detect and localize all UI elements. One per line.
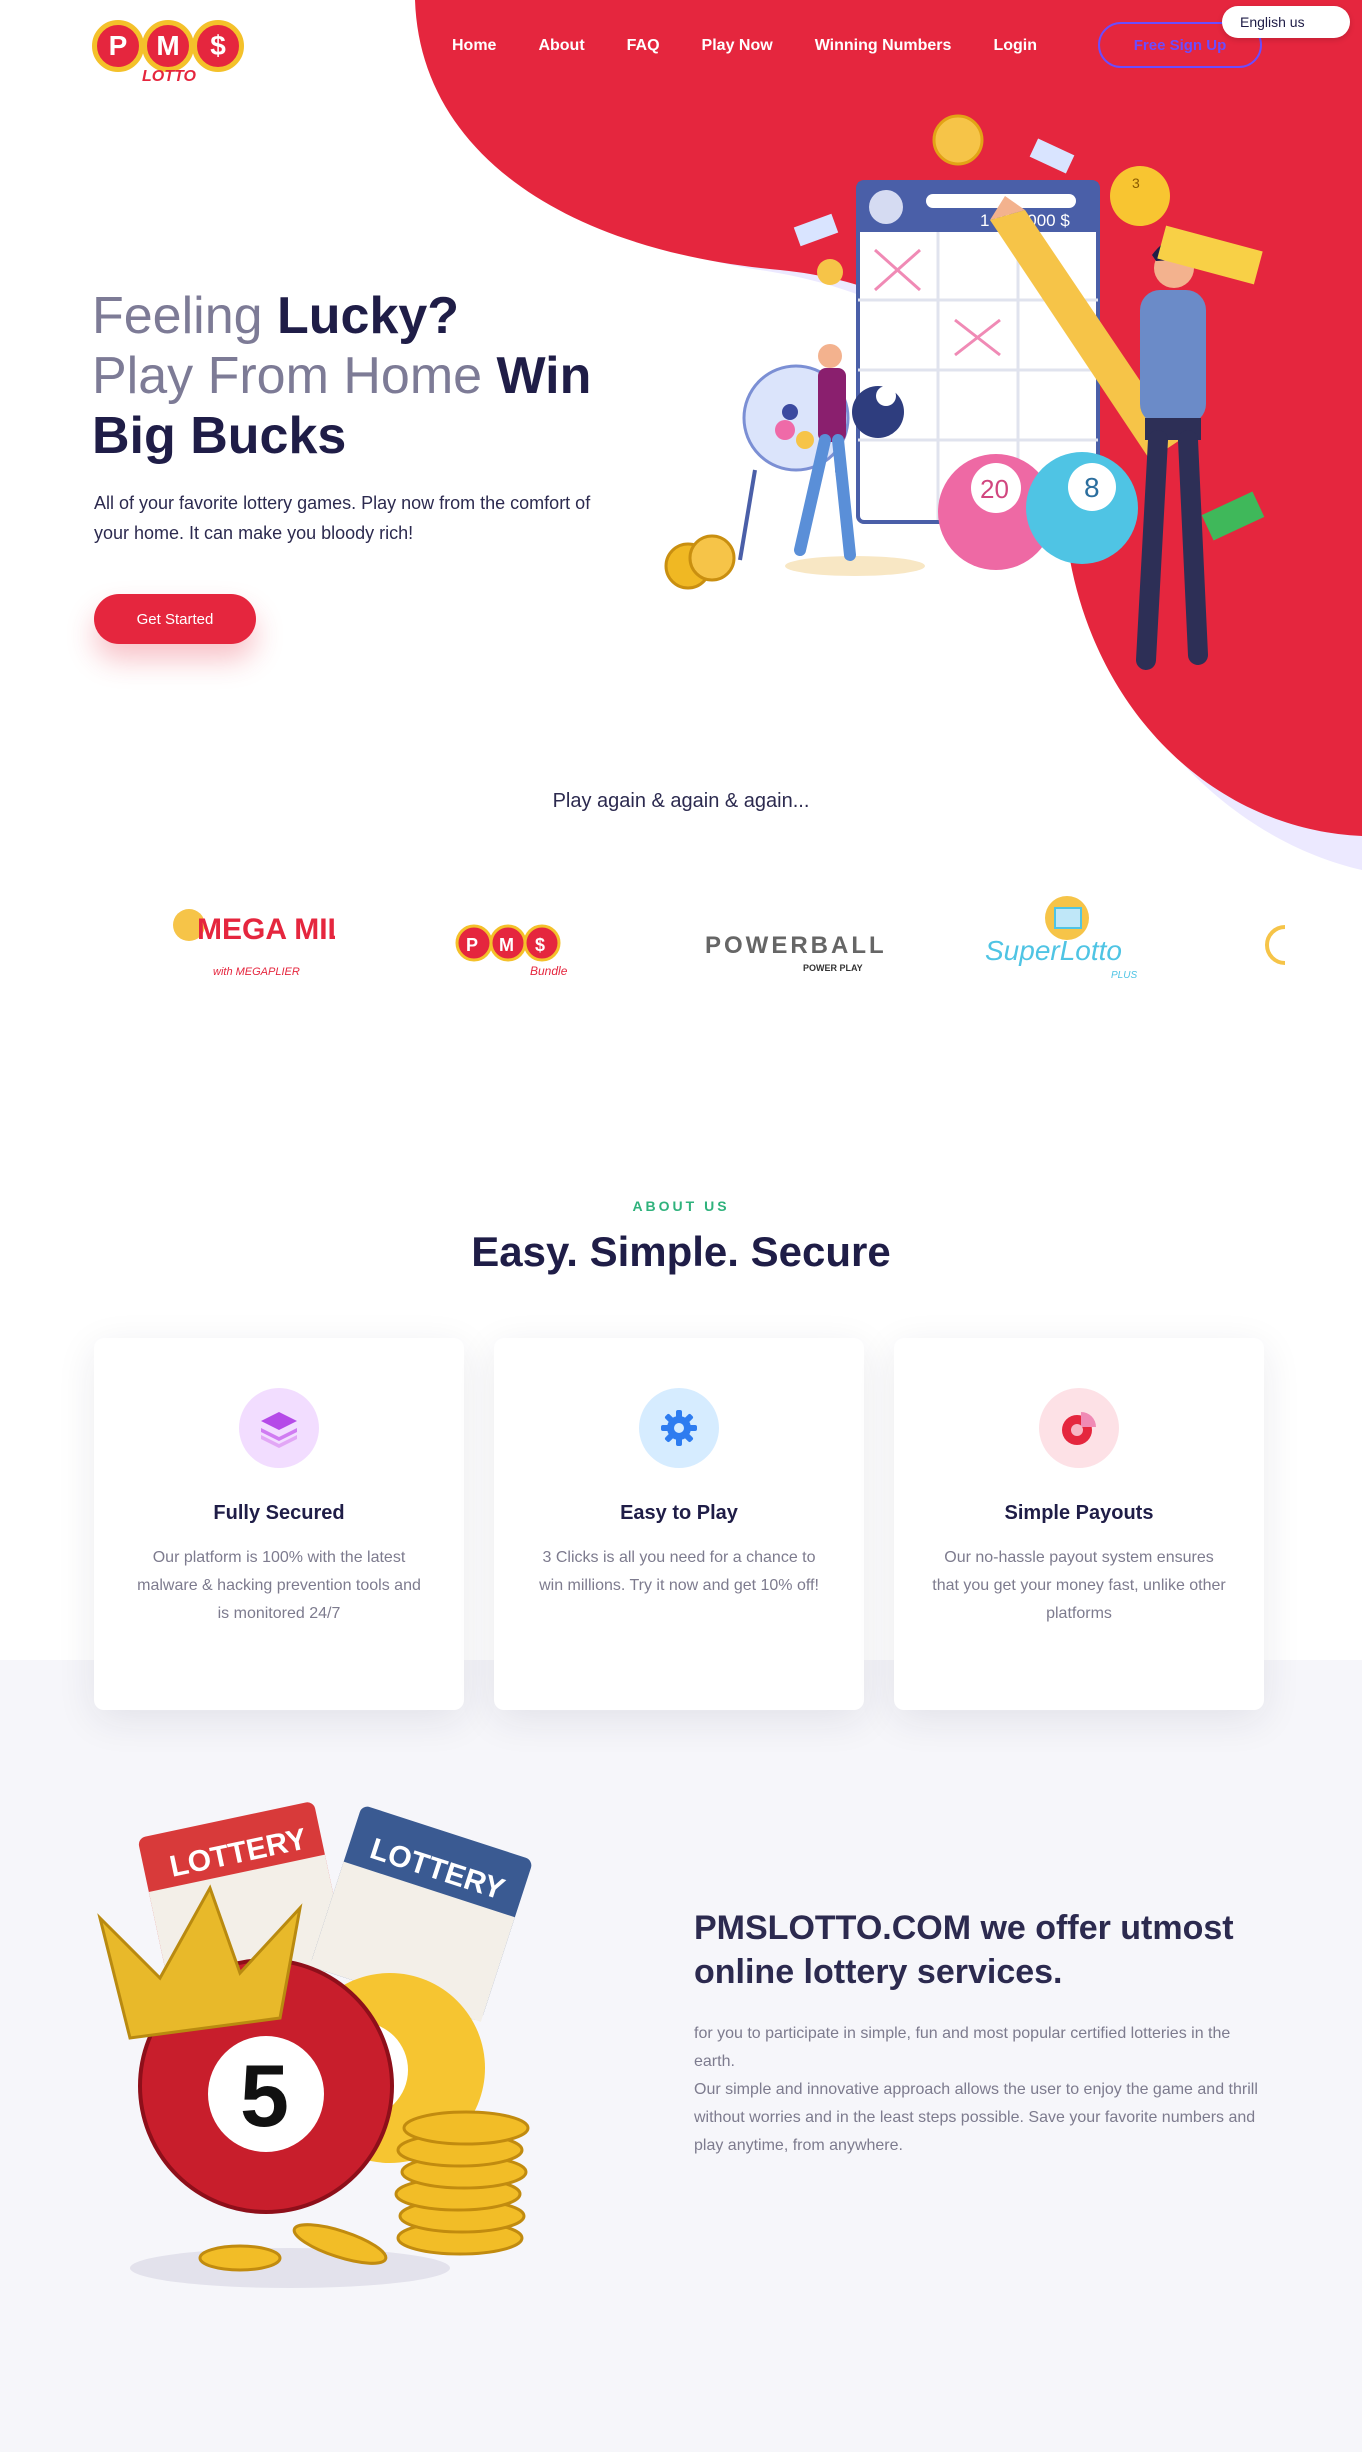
hero-title-bold-3: Big Bucks xyxy=(92,407,347,465)
brand-powerball[interactable]: POWERBALL POWER PLAY xyxy=(690,890,890,1000)
gear-icon xyxy=(639,1388,719,1468)
svg-text:M: M xyxy=(499,935,514,955)
feature-title: Simple Payouts xyxy=(1004,1502,1154,1524)
feature-card-simple-payouts: Simple Payouts Our no-hassle payout syst… xyxy=(894,1338,1264,1710)
hero-description: All of your favorite lottery games. Play… xyxy=(94,493,591,543)
offer-title: PMSLOTTO.COM we offer utmost online lott… xyxy=(694,1909,1234,1991)
svg-text:P: P xyxy=(466,935,478,955)
brand-superlotto-plus[interactable]: SuperLotto PLUS xyxy=(970,890,1150,1000)
play-again-text: Play again & again & again... xyxy=(552,790,810,812)
logo-letter-p: P xyxy=(92,20,144,72)
nav-home[interactable]: Home xyxy=(452,37,496,55)
mega-millions-logo: MEGA MILLIONS with MEGAPLIER xyxy=(173,909,335,978)
hero-title-light-1: Feeling xyxy=(92,287,277,345)
ball-5-label: 5 xyxy=(240,2046,289,2145)
svg-text:MEGA MILLIONS: MEGA MILLIONS xyxy=(197,913,335,946)
brand-mega-millions[interactable]: MEGA MILLIONS with MEGAPLIER xyxy=(140,890,340,1000)
feature-card-easy-to-play: Easy to Play 3 Clicks is all you need fo… xyxy=(494,1338,864,1710)
hero-title-bold-1: Lucky? xyxy=(277,287,460,345)
ball-3-number: 3 xyxy=(1132,175,1140,191)
partial-logo-edge xyxy=(1265,925,1285,965)
superlotto-logo: SuperLotto PLUS xyxy=(985,896,1137,981)
svg-text:POWERBALL: POWERBALL xyxy=(705,932,885,959)
feature-text: Our platform is 100% with the latest mal… xyxy=(137,1549,421,1622)
offer-paragraph-1: for you to participate in simple, fun an… xyxy=(694,2025,1231,2070)
logo-letter-dollar: $ xyxy=(192,20,244,72)
logo-letter-m: M xyxy=(142,20,194,72)
brand-pms-bundle[interactable]: P M $ Bundle xyxy=(436,890,586,1000)
feature-text: 3 Clicks is all you need for a chance to… xyxy=(539,1549,819,1594)
lottery-balls-illustration: LOTTERY LOTTERY 3 5 xyxy=(97,1802,532,2288)
svg-text:with MEGAPLIER: with MEGAPLIER xyxy=(213,966,300,978)
feature-title: Easy to Play xyxy=(620,1502,738,1524)
offer-paragraph-2: Our simple and innovative approach allow… xyxy=(694,2081,1258,2154)
hero-title-light-2: Play From Home xyxy=(92,347,497,405)
logo[interactable]: P M $ LOTTO xyxy=(92,18,252,88)
about-title: Easy. Simple. Secure xyxy=(471,1228,891,1275)
offer-description: for you to participate in simple, fun an… xyxy=(694,2020,1274,2160)
hero-title: Feeling Lucky? Play From Home Win Big Bu… xyxy=(92,286,712,466)
ball-8-number: 8 xyxy=(1084,472,1100,503)
hero-title-bold-2: Win xyxy=(496,347,592,405)
language-selector[interactable]: English us xyxy=(1222,6,1350,38)
svg-text:POWER PLAY: POWER PLAY xyxy=(803,963,863,973)
nav-play-now[interactable]: Play Now xyxy=(702,37,773,55)
nav-faq[interactable]: FAQ xyxy=(627,37,660,55)
hero-section: P M $ LOTTO Home About FAQ Play Now Winn… xyxy=(0,0,1362,880)
feature-text: Our no-hassle payout system ensures that… xyxy=(932,1549,1226,1622)
svg-text:Bundle: Bundle xyxy=(530,964,568,978)
about-us-tag: ABOUT US xyxy=(632,1198,730,1214)
logo-subtitle: LOTTO xyxy=(142,68,196,85)
svg-text:$: $ xyxy=(535,935,545,955)
feature-title: Fully Secured xyxy=(213,1502,345,1524)
pms-bundle-logo: P M $ Bundle xyxy=(455,924,568,978)
nav-login[interactable]: Login xyxy=(993,37,1037,55)
main-nav: Home About FAQ Play Now Winning Numbers … xyxy=(452,26,1079,66)
powerball-logo: POWERBALL POWER PLAY xyxy=(705,932,885,973)
nav-winning-numbers[interactable]: Winning Numbers xyxy=(815,37,952,55)
feature-card-fully-secured: Fully Secured Our platform is 100% with … xyxy=(94,1338,464,1710)
pie-chart-icon xyxy=(1039,1388,1119,1468)
nav-about[interactable]: About xyxy=(538,37,584,55)
feature-cards: Fully Secured Our platform is 100% with … xyxy=(94,1338,1264,1710)
svg-text:SuperLotto: SuperLotto xyxy=(985,935,1122,966)
get-started-button[interactable]: Get Started xyxy=(94,594,256,644)
brand-partial-logo[interactable] xyxy=(1250,890,1290,1000)
layers-icon xyxy=(239,1388,319,1468)
hero-illustration: 1 000 000 $ 20 8 3 xyxy=(664,114,1265,670)
svg-text:PLUS: PLUS xyxy=(1111,970,1137,981)
lottery-brands-row: MEGA MILLIONS with MEGAPLIER P M $ Bundl… xyxy=(0,890,1362,1010)
ball-20-number: 20 xyxy=(980,474,1009,504)
